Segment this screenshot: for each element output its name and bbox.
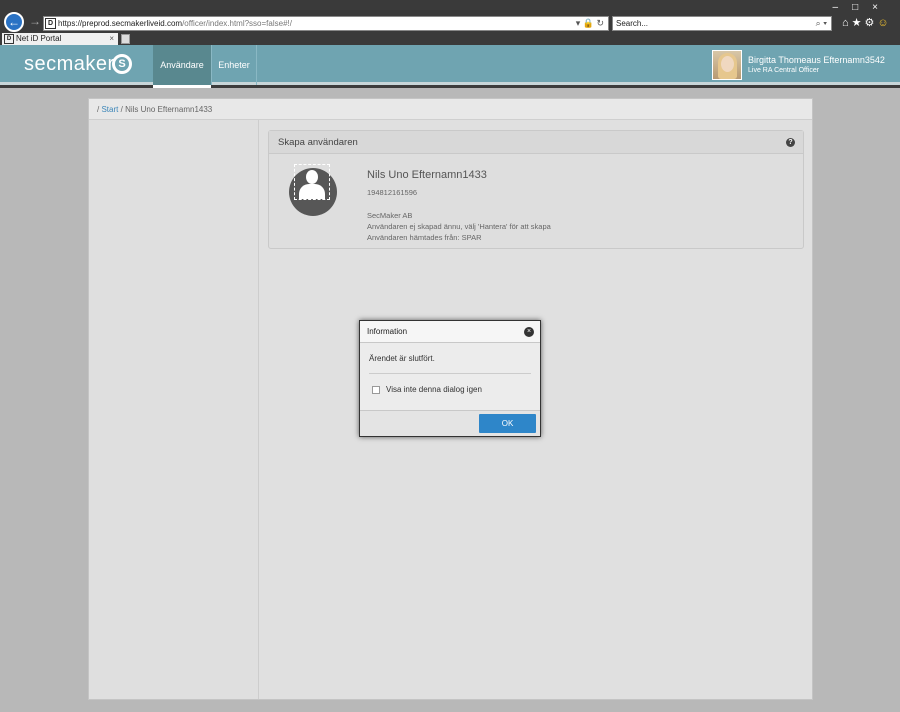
user-organization: SecMaker AB [367,211,413,220]
information-dialog: Information × Ärendet är slutfört. Visa … [359,320,541,437]
help-icon[interactable]: ? [786,138,795,147]
address-bar[interactable]: D https://preprod.secmakerliveid.com/off… [43,16,609,31]
ok-button[interactable]: OK [479,414,536,433]
tab-enheter[interactable]: Enheter [211,45,257,85]
dialog-header: Information × [360,321,540,343]
user-photo-placeholder-icon [289,164,339,218]
user-full-name: Nils Uno Efternamn1433 [367,169,487,181]
close-icon[interactable]: × [524,327,534,337]
browser-tab[interactable]: D Net iD Portal × [2,33,118,45]
dialog-divider [369,373,531,374]
create-user-card: Skapa användaren ? Nils Uno Efternamn143… [268,130,804,249]
dialog-title: Information [367,327,408,336]
window-controls: –□× [833,2,892,13]
app-navbar: secmaker S Användare Enheter Birgitta Th… [0,45,900,88]
forward-arrow-icon[interactable]: → [29,14,41,28]
site-favicon-icon: D [45,18,56,29]
search-placeholder: Search... [616,19,649,28]
breadcrumb-separator: / [120,105,123,114]
user-role: Live RA Central Officer [748,67,820,74]
dialog-footer: OK [360,410,540,436]
left-sidebar [89,120,259,699]
user-personal-number: 194812161596 [367,188,418,197]
browser-chrome: ← → D https://preprod.secmakerliveid.com… [0,0,900,45]
url-host: https://preprod.secmakerliveid.com [58,19,183,28]
maximize-icon[interactable]: □ [852,2,872,13]
minimize-icon[interactable]: – [833,2,853,13]
breadcrumb-current: Nils Uno Efternamn1433 [125,105,213,114]
dont-show-again-label[interactable]: Visa inte denna dialog igen [386,385,482,394]
brand-logo[interactable]: secmaker [24,53,115,76]
search-icon[interactable]: ⌕ ▾ [816,17,827,30]
browser-toolbar-icons: ⌂★⚙☺ [842,16,892,29]
tab-close-icon[interactable]: × [109,33,114,45]
new-tab-button[interactable] [121,34,130,44]
secmaker-logo-icon: S [112,54,132,74]
tab-title: Net iD Portal [16,34,62,43]
dont-show-again-checkbox[interactable] [372,386,380,394]
breadcrumb-start-link[interactable]: Start [101,105,118,114]
user-status: Användaren ej skapad ännu, välj 'Hantera… [367,222,551,231]
user-name[interactable]: Birgitta Thomeaus Efternamn3542 [748,55,885,65]
search-input[interactable]: Search... ⌕ ▾ [612,16,832,31]
avatar[interactable] [712,50,742,80]
breadcrumb: / Start / Nils Uno Efternamn1433 [89,99,812,120]
breadcrumb-separator: / [97,105,100,114]
dialog-message: Ärendet är slutfört. [369,354,435,363]
url-path: /officer/index.html?sso=false#!/ [182,19,292,28]
back-arrow-icon[interactable]: ← [4,12,24,32]
card-title: Skapa användaren [278,137,358,148]
address-tools-icon[interactable]: ▾ 🔒 ↻ [576,17,604,30]
close-window-icon[interactable]: × [872,2,892,13]
user-source: Användaren hämtades från: SPAR [367,233,482,242]
tab-anvandare[interactable]: Användare [153,45,211,88]
feedback-smiley-icon[interactable]: ☺ [877,17,891,29]
settings-gear-icon[interactable]: ⚙ [865,17,878,29]
home-icon[interactable]: ⌂ [842,17,852,29]
card-header: Skapa användaren ? [269,131,803,154]
tab-favicon-icon: D [4,34,14,44]
favorites-star-icon[interactable]: ★ [852,17,865,29]
